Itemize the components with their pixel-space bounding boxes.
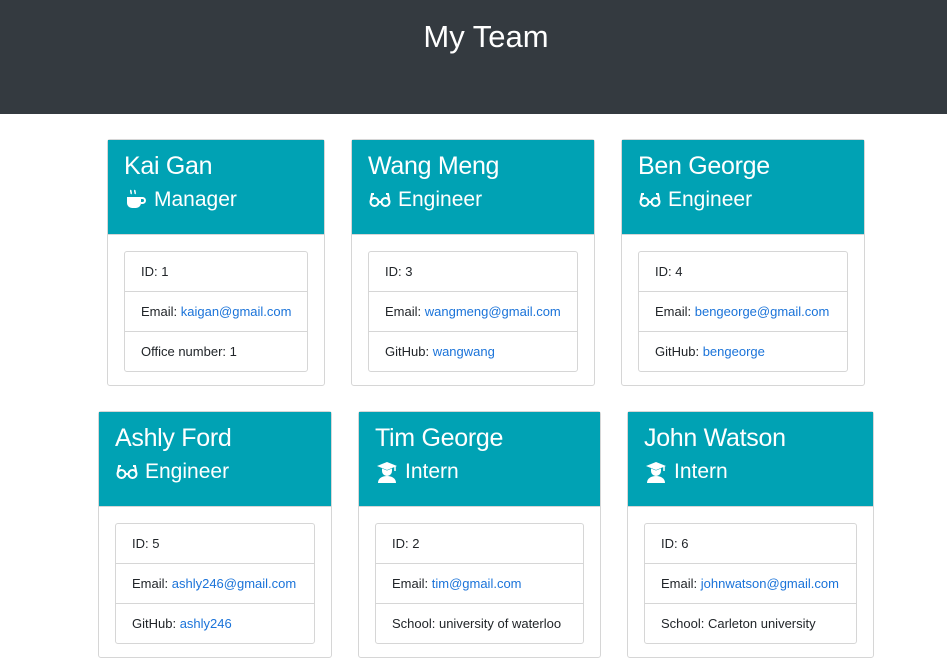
employee-card: Ashly Ford Engineer ID: 5 Email: ashly24… [98, 411, 332, 658]
employee-name: John Watson [644, 424, 786, 452]
employee-card: Wang Meng Engineer ID: 3 Email: wangmeng… [351, 139, 595, 386]
github-item: GitHub: wangwang [369, 332, 577, 371]
github-link[interactable]: bengeorge [703, 344, 765, 359]
email-label: Email: [661, 576, 701, 591]
github-link[interactable]: wangwang [433, 344, 495, 359]
github-item: GitHub: ashly246 [116, 604, 314, 643]
card-body: ID: 2 Email: tim@gmail.com School: unive… [359, 507, 600, 660]
employee-name: Ben George [638, 152, 770, 180]
employee-role: Engineer [115, 458, 315, 486]
card-body: ID: 5 Email: ashly246@gmail.com GitHub: … [99, 507, 331, 660]
email-link[interactable]: kaigan@gmail.com [181, 304, 292, 319]
info-list: ID: 3 Email: wangmeng@gmail.com GitHub: … [368, 251, 578, 372]
info-list: ID: 6 Email: johnwatson@gmail.com School… [644, 523, 857, 644]
email-label: Email: [655, 304, 695, 319]
card-body: ID: 6 Email: johnwatson@gmail.com School… [628, 507, 873, 660]
email-link[interactable]: johnwatson@gmail.com [701, 576, 839, 591]
id-item: ID: 5 [116, 524, 314, 564]
employee-role: Manager [124, 186, 308, 214]
employee-name: Wang Meng [368, 152, 500, 180]
info-list: ID: 4 Email: bengeorge@gmail.com GitHub:… [638, 251, 848, 372]
graduate-icon [644, 460, 668, 484]
card-header: John Watson Intern [628, 412, 873, 507]
employee-name: Kai Gan [124, 152, 213, 180]
school-item: School: university of waterloo [392, 616, 562, 631]
employee-role: Intern [375, 458, 584, 486]
employee-name: Tim George [375, 424, 504, 452]
school-item: School: Carleton university [661, 616, 816, 631]
glasses-icon [368, 188, 392, 212]
email-item: Email: tim@gmail.com [376, 564, 583, 604]
github-link[interactable]: ashly246 [180, 616, 232, 631]
card-body: ID: 3 Email: wangmeng@gmail.com GitHub: … [352, 235, 594, 388]
employee-card: John Watson Intern ID: 6 Email: johnwats… [627, 411, 874, 658]
email-label: Email: [132, 576, 172, 591]
email-item: Email: johnwatson@gmail.com [645, 564, 856, 604]
card-body: ID: 4 Email: bengeorge@gmail.com GitHub:… [622, 235, 864, 388]
card-header: Kai Gan Manager [108, 140, 324, 235]
id-item: ID: 6 [645, 524, 856, 564]
coffee-icon [124, 188, 148, 212]
glasses-icon [115, 460, 139, 484]
email-item: Email: kaigan@gmail.com [125, 292, 307, 332]
email-label: Email: [385, 304, 425, 319]
card-header: Ben George Engineer [622, 140, 864, 235]
employee-role: Engineer [368, 186, 578, 214]
role-label: Engineer [398, 188, 483, 211]
office-number-item: Office number: 1 [141, 344, 237, 359]
info-list: ID: 1 Email: kaigan@gmail.com Office num… [124, 251, 308, 372]
role-label: Intern [674, 460, 728, 483]
page-title: My Team [423, 19, 549, 54]
email-link[interactable]: ashly246@gmail.com [172, 576, 296, 591]
role-label: Intern [405, 460, 459, 483]
employee-card: Ben George Engineer ID: 4 Email: bengeor… [621, 139, 865, 386]
email-item: Email: bengeorge@gmail.com [639, 292, 847, 332]
github-label: GitHub: [132, 616, 180, 631]
info-list: ID: 5 Email: ashly246@gmail.com GitHub: … [115, 523, 315, 644]
id-item: ID: 4 [639, 252, 847, 292]
employee-role: Engineer [638, 186, 848, 214]
id-item: ID: 3 [369, 252, 577, 292]
card-header: Ashly Ford Engineer [99, 412, 331, 507]
glasses-icon [638, 188, 662, 212]
email-label: Email: [141, 304, 181, 319]
email-link[interactable]: wangmeng@gmail.com [425, 304, 561, 319]
employee-card: Kai Gan Manager ID: 1 Email: kaigan@gmai… [107, 139, 325, 386]
email-item: Email: ashly246@gmail.com [116, 564, 314, 604]
github-item: GitHub: bengeorge [639, 332, 847, 371]
card-header: Tim George Intern [359, 412, 600, 507]
employee-name: Ashly Ford [115, 424, 232, 452]
info-list: ID: 2 Email: tim@gmail.com School: unive… [375, 523, 584, 644]
email-link[interactable]: bengeorge@gmail.com [695, 304, 830, 319]
role-label: Manager [154, 188, 237, 211]
card-header: Wang Meng Engineer [352, 140, 594, 235]
id-item: ID: 1 [125, 252, 307, 292]
role-label: Engineer [668, 188, 753, 211]
email-link[interactable]: tim@gmail.com [432, 576, 522, 591]
github-label: GitHub: [385, 344, 433, 359]
card-body: ID: 1 Email: kaigan@gmail.com Office num… [108, 235, 324, 388]
page-header: My Team [0, 0, 947, 114]
github-label: GitHub: [655, 344, 703, 359]
email-label: Email: [392, 576, 432, 591]
employee-role: Intern [644, 458, 857, 486]
email-item: Email: wangmeng@gmail.com [369, 292, 577, 332]
role-label: Engineer [145, 460, 230, 483]
employee-card: Tim George Intern ID: 2 Email: tim@gmail… [358, 411, 601, 658]
graduate-icon [375, 460, 399, 484]
id-item: ID: 2 [376, 524, 583, 564]
